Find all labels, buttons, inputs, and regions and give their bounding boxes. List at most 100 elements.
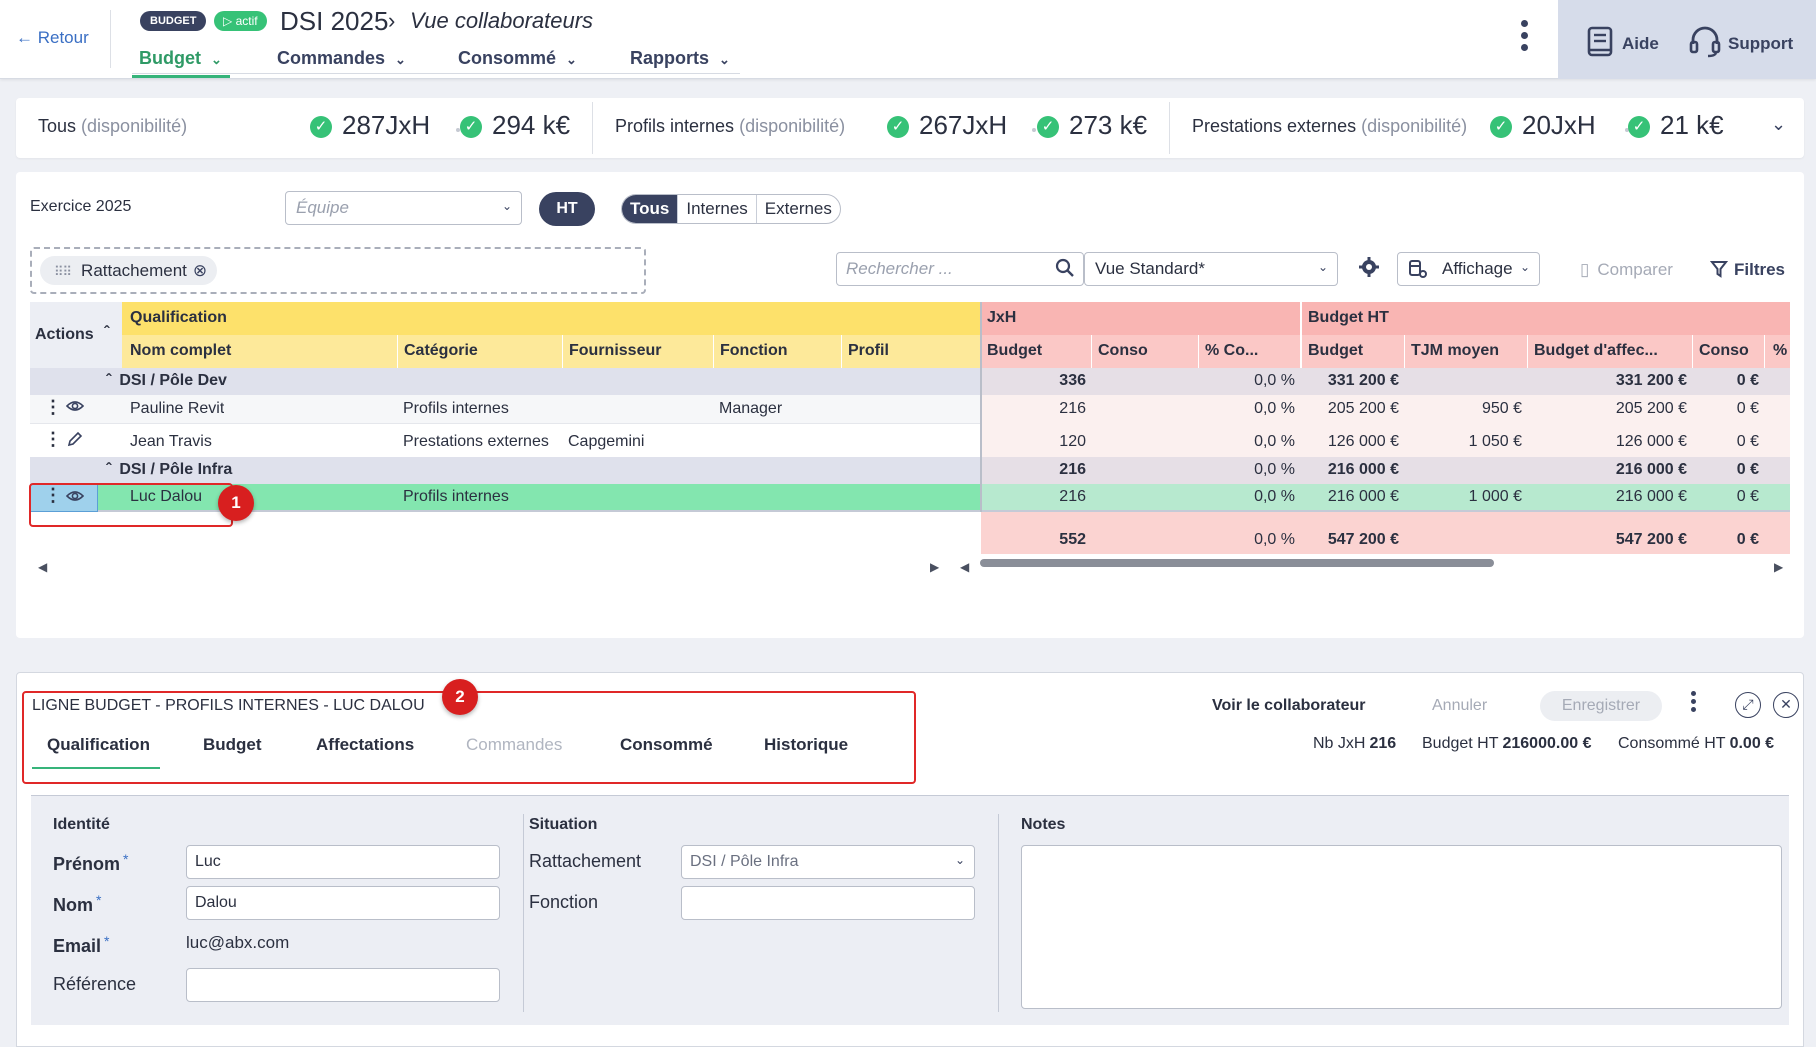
cell-fonction: Manager [719,400,783,417]
check-circle-icon: ✓ [1628,116,1650,138]
support-button[interactable]: Support [1688,26,1793,58]
col-budget-affec[interactable]: Budget d'affec... [1527,335,1692,368]
cell-budget: 216 000 € [1327,461,1399,478]
col-tjm-moyen[interactable]: TJM moyen [1404,335,1527,368]
row-menu-icon[interactable]: ⋮ [44,397,62,418]
cell-nom: Jean Travis [130,433,212,450]
check-circle-icon: ✓ [310,116,332,138]
cell-budget: 205 200 € [1327,400,1399,417]
summary-internes-jxh: ✓ 267JxH [887,110,1007,141]
cell-jxh-budget: 216 [1059,400,1086,417]
scroll-left-icon[interactable]: ◀ [960,560,969,574]
col-jxh-pct[interactable]: % Co... [1198,335,1300,368]
cell-categorie: Profils internes [403,400,509,417]
expand-chevron-icon[interactable]: ⌄ [1771,114,1786,135]
cell-jxh-budget: 216 [1059,461,1086,478]
summary-divider [592,102,593,154]
rattachement-label: Rattachement [529,851,642,871]
total-budget-affec: 547 200 € [1615,531,1687,548]
rattachement-chip[interactable]: ⠿⠿ Rattachement ⊗ [40,256,218,285]
col-jxh-conso[interactable]: Conso [1091,335,1198,368]
chevron-down-icon: ⌄ [1317,260,1328,274]
collapse-all-icon[interactable]: ˆ [98,302,122,368]
reference-field[interactable] [186,968,500,1002]
page-subtitle: Vue collaborateurs [410,8,594,33]
cell-jxh-budget: 120 [1059,433,1086,450]
stat-nb-jxh: Nb JxH 216 [1313,735,1397,752]
pencil-icon[interactable] [67,431,83,452]
col-fonction[interactable]: Fonction [713,335,841,368]
col-pct[interactable]: % [1764,335,1790,368]
col-jxh-budget[interactable]: Budget [981,335,1091,368]
col-categorie[interactable]: Catégorie [397,335,562,368]
col-fournisseur[interactable]: Fournisseur [562,335,713,368]
equipe-select[interactable]: Équipe ⌄ [285,191,522,225]
group-by-dropzone[interactable]: ⠿⠿ Rattachement ⊗ [30,247,646,294]
cell-conso: 0 € [1736,488,1759,505]
section-identite: Identité [53,816,110,833]
cell-jxh-budget: 216 [1059,488,1086,505]
prenom-field[interactable]: Luc [186,845,500,879]
cell-conso: 0 € [1736,433,1759,450]
section-situation: Situation [529,816,598,833]
check-circle-icon: ✓ [1490,116,1512,138]
cell-conso: 0 € [1736,461,1759,478]
row-menu-icon[interactable]: ⋮ [44,429,62,450]
detail-form: Identité Prénom * Luc Nom * Dalou Email * l… [31,795,1789,1025]
horizontal-scrollbar[interactable] [980,559,1494,567]
breadcrumb-chevron-icon: › [388,8,396,33]
search-input[interactable]: Rechercher ... [836,252,1084,286]
check-circle-icon: ✓ [1037,116,1059,138]
help-button[interactable]: Aide [1586,26,1659,58]
fonction-field[interactable] [681,886,975,920]
annotation-box-1 [29,483,233,527]
chevron-down-icon: ⌄ [566,52,577,67]
nom-field[interactable]: Dalou [186,886,500,920]
col-budget[interactable]: Budget [1301,335,1404,368]
scroll-right-icon[interactable]: ▶ [1774,560,1783,574]
filter-icon [1709,261,1729,278]
more-vertical-icon[interactable] [1687,687,1699,712]
voir-collaborateur-button[interactable]: Voir le collaborateur [1212,697,1366,715]
filter-internes[interactable]: Internes [678,195,757,223]
back-link[interactable]: ← Retour [16,28,89,48]
summary-tous-jxh: ✓ 287JxH [310,110,430,141]
reference-label: Référence [53,974,137,994]
scroll-left-icon[interactable]: ◀ [38,560,47,574]
nav-rapports[interactable]: Rapports ⌄ [630,48,730,69]
comparer-button[interactable]: ▯ Comparer [1580,260,1673,280]
vue-select[interactable]: Vue Standard* ⌄ [1084,252,1338,286]
cell-jxh-budget: 336 [1059,372,1086,389]
filtres-button[interactable]: Filtres [1709,260,1785,280]
col-conso[interactable]: Conso [1692,335,1764,368]
cell-budget-affec: 216 000 € [1615,461,1687,478]
rattachement-select[interactable]: DSI / Pôle Infra ⌄ [681,845,975,879]
search-icon [1055,258,1074,277]
filter-externes[interactable]: Externes [757,195,840,223]
nav-budget[interactable]: Budget ⌄ [139,48,222,69]
chevron-down-icon: ⌄ [211,52,222,67]
enregistrer-button[interactable]: Enregistrer [1540,691,1662,721]
close-icon[interactable]: ✕ [1773,692,1799,718]
nav-commandes[interactable]: Commandes ⌄ [277,48,406,69]
cell-tjm: 950 € [1481,400,1522,417]
notes-textarea[interactable] [1021,845,1782,1009]
filter-tous[interactable]: Tous [622,195,679,223]
remove-chip-icon: ⊗ [192,261,208,280]
ht-toggle[interactable]: HT [539,192,595,226]
annuler-button[interactable]: Annuler [1432,697,1487,715]
nav-consomme[interactable]: Consommé ⌄ [458,48,577,69]
annotation-badge-1: 1 [218,485,254,521]
col-profil[interactable]: Profil [841,335,980,368]
col-nom-complet[interactable]: Nom complet [122,335,397,368]
more-menu-icon[interactable] [1516,20,1532,60]
group-row-pole-infra[interactable]: ˆ DSI / Pôle Infra [30,457,981,484]
group-row-pole-dev[interactable]: ˆ DSI / Pôle Dev [30,368,981,395]
eye-icon[interactable] [66,399,84,418]
chevron-down-icon: ⌄ [954,853,965,867]
settings-gear-icon[interactable] [1358,256,1380,283]
expand-icon[interactable]: ⤢ [1735,692,1761,718]
cell-budget: 216 000 € [1327,488,1399,505]
affichage-select[interactable]: Affichage ⌄ [1397,252,1540,286]
scroll-right-icon[interactable]: ▶ [930,560,939,574]
